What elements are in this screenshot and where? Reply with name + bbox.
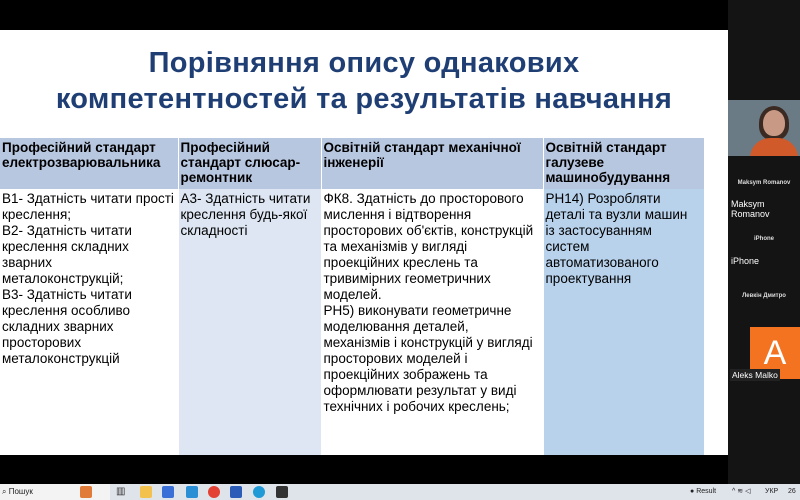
participant-name[interactable]: iPhone <box>731 256 759 266</box>
shared-screen: Порівняння опису однакових компетентност… <box>0 0 728 484</box>
comparison-table: Професійний стандарт електрозварювальник… <box>0 138 705 455</box>
chrome-icon[interactable] <box>208 486 220 498</box>
cell-col-4: РН14) Розробляти деталі та вузли машин і… <box>543 189 705 455</box>
text-line: металоконструкцій; <box>2 271 124 286</box>
text-line: креслення; <box>2 207 72 222</box>
search-icon: ⌕ <box>2 487 7 496</box>
slide-title-line-2: компетентностей та результатів навчання <box>55 83 673 115</box>
text-line: систем <box>545 239 590 254</box>
text-line: автоматизованого <box>545 255 659 270</box>
text-line: та механізмів у вигляді <box>323 239 468 254</box>
text-line: креслення складних <box>2 239 129 254</box>
participant-video-1[interactable] <box>728 100 800 156</box>
text-line: моделей. <box>323 287 382 302</box>
notification-icon: ● <box>690 488 695 495</box>
task-view-icon[interactable]: ▥ <box>116 486 128 498</box>
slide-title-line-1: Порівняння опису однакових <box>148 47 580 79</box>
search-label: Пошук <box>8 487 33 496</box>
header-col-3: Освітній стандарт механічної інженерії <box>321 138 544 189</box>
text-line: складності <box>180 223 248 238</box>
wifi-icon: ≋ <box>737 488 744 495</box>
participant-label-small: Maksym Romanov <box>737 180 791 186</box>
clock[interactable]: 26 <box>788 484 796 500</box>
text-line: просторових моделей і <box>323 351 468 366</box>
media-player-icon[interactable] <box>276 486 288 498</box>
tray-result[interactable]: ● Result <box>690 484 716 500</box>
text-line: В3- Здатність читати <box>2 287 132 302</box>
text-line: із застосуванням <box>545 223 652 238</box>
text-line: РН14) Розробляти <box>545 191 661 206</box>
text-line: просторових об'єктів, конструкцій <box>323 223 534 238</box>
participants-panel <box>728 0 800 484</box>
text-line: механізмів і конструкцій у вигляді <box>323 335 533 350</box>
text-line: зварних <box>2 255 52 270</box>
language-indicator[interactable]: УКР <box>765 484 778 500</box>
header-col-2: Професійний стандарт слюсар-ремонтник <box>178 138 322 189</box>
text-line: креслення особливо <box>2 303 131 318</box>
volume-icon: ◁ <box>745 488 751 495</box>
participant-label-small: Левкін Дмитро <box>742 293 786 299</box>
text-line: деталі та вузли машин <box>545 207 688 222</box>
calendar-icon[interactable] <box>162 486 174 498</box>
file-explorer-icon[interactable] <box>140 486 152 498</box>
text-line: креслення будь-якої <box>180 207 308 222</box>
text-line: РН5) виконувати геометричне <box>323 303 512 318</box>
text-line: проекційних зображень та <box>323 367 488 382</box>
text-line: металоконструкцій <box>2 351 120 366</box>
text-line: ФК8. Здатність до просторового <box>323 191 524 206</box>
text-line: мислення і відтворення <box>323 207 472 222</box>
header-col-4: Освітній стандарт галузеве машинобудуван… <box>543 138 705 189</box>
text-line: оформлювати результат у виді <box>323 383 517 398</box>
text-line: проектування <box>545 271 632 286</box>
participant-name-tag: Aleks Malko <box>730 369 780 381</box>
text-line: моделювання деталей, <box>323 319 469 334</box>
text-line: технічних і робочих креслень; <box>323 399 510 414</box>
text-line: тривимірних геометричних <box>323 271 491 286</box>
chevron-up-icon: ^ <box>732 488 736 495</box>
slide-title: Порівняння опису однакових компетентност… <box>0 45 728 117</box>
text-line: складних зварних <box>2 319 114 334</box>
presentation-slide: Порівняння опису однакових компетентност… <box>0 30 728 455</box>
text-line: просторових <box>2 335 82 350</box>
cell-col-1: В1- Здатність читати прості креслення; В… <box>0 189 179 455</box>
cell-col-3: ФК8. Здатність до просторового мислення … <box>321 189 544 455</box>
person-face <box>763 110 785 136</box>
word-icon[interactable] <box>230 486 242 498</box>
person-body <box>750 138 798 156</box>
text-line: А3- Здатність читати <box>180 191 311 206</box>
store-icon[interactable] <box>186 486 198 498</box>
edge-icon[interactable] <box>253 486 265 498</box>
taskbar-search[interactable]: ⌕ Пошук <box>0 484 110 500</box>
cell-col-2: А3- Здатність читати креслення будь-якої… <box>178 189 322 455</box>
text-line: проекційних креслень та <box>323 255 478 270</box>
tray-result-label: Result <box>696 488 717 495</box>
table-header-row: Професійний стандарт електрозварювальник… <box>0 138 705 189</box>
text-line: В2- Здатність читати <box>2 223 132 238</box>
header-col-1: Професійний стандарт електрозварювальник… <box>0 138 179 189</box>
participant-label-small: iPhone <box>753 236 774 242</box>
tray-icons[interactable]: ^ ≋ ◁ <box>732 484 750 500</box>
participant-name[interactable]: Maksym Romanov <box>731 199 800 219</box>
weather-icon[interactable] <box>80 486 92 498</box>
table-row: В1- Здатність читати прості креслення; В… <box>0 189 705 455</box>
text-line: В1- Здатність читати прості <box>2 191 174 206</box>
